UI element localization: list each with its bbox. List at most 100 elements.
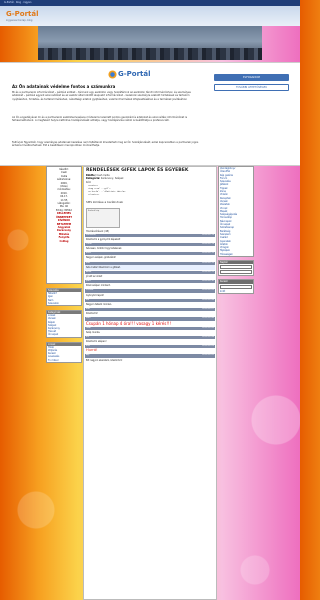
comment-author[interactable]: Marianna — [86, 234, 96, 237]
comment: Anna 2010.02.11 Jó lett az oldal! — [85, 270, 215, 279]
g-portal-logo-icon — [108, 70, 117, 79]
comment-body: Nagyon szépek, gratulálok! — [86, 256, 117, 260]
comment-author[interactable]: Kati — [86, 262, 90, 265]
comment-author[interactable]: Gabi — [86, 327, 91, 330]
comment-author[interactable]: Edit — [86, 308, 90, 311]
comment: Judit 2010.02.10 Köszi szépen mindent. — [85, 280, 215, 288]
comment-body: Köszönöm szépen! — [86, 340, 107, 344]
comment-body: Jó lett az oldal! — [86, 275, 103, 279]
header-photo — [38, 26, 262, 60]
comment-body: Szép munka. — [86, 330, 101, 334]
site-logo[interactable]: G-Portál — [6, 10, 39, 18]
comment-author[interactable]: Anna — [86, 271, 91, 274]
right-sidebar: Vendégkönyv Üzenőfal Kép galéria Fórum Szava… — [218, 166, 254, 297]
comment-date: 2010.02.03 — [202, 345, 214, 348]
left-box-item[interactable]: Ünnepek — [47, 333, 81, 336]
comment-date: 2010.02.13 — [202, 242, 214, 245]
comment-body: Hurrá! — [86, 348, 98, 353]
comment: Csilla 2010.02.13 Szívesen, örülök hogy te… — [85, 242, 215, 251]
calendar-select-2[interactable] — [220, 270, 252, 275]
comment-body: Ezt nagyon szeretem, köszönöm! — [86, 358, 123, 362]
comment-date: 2010.02.12 — [202, 252, 214, 255]
sms-link[interactable]: SMS küldése a barátnőnek — [84, 198, 216, 206]
left-box: Linkek Hírek Időjárás Kereső Levelezés Tv műs… — [46, 341, 82, 363]
code-line: </center> — [88, 194, 100, 197]
comment: Kati 2010.02.12 Szia Csilla! Köszönöm a gi… — [85, 261, 215, 270]
category-label: Kategória: — [86, 177, 101, 181]
post-title: RENDELÉSEK GIFEK LAPOK ÉS EGYEBEK — [86, 168, 189, 173]
comment: Ildi 2010.02.08 Nagyon tetszik minden. — [85, 298, 215, 307]
comment-body: Köszönöm! — [86, 312, 99, 316]
comment: Mari 2010.02.06 Csupán 1 hónap 4 óra!!! va… — [85, 317, 215, 325]
comment-author[interactable]: Ildi — [86, 299, 89, 302]
top-bar-text: G-Portál · blog · ingyen — [4, 1, 32, 4]
category-value[interactable]: Karácsony, Szépek — [101, 177, 124, 180]
cookie-paragraph-1: Mi és a partnereink információkat – péld… — [12, 91, 191, 101]
comment-date: 2010.02.12 — [202, 261, 214, 264]
embed-image: Embed kép — [86, 208, 120, 229]
calendar-title: Naptár — [219, 261, 253, 265]
comment-author[interactable]: Erzsi — [86, 252, 91, 255]
comment-body: Köszi szépen mindent. — [86, 284, 111, 288]
cookie-consent-dialog: G-Portál Az Ön adatainak védelme fontos … — [0, 62, 300, 166]
code-box[interactable]: <center> <img src='...gif'> <a href='...'>… — [88, 185, 212, 197]
cookie-title: Az Ön adatainak védelme fontos a számunk… — [12, 84, 116, 89]
comment: Erzsi 2010.02.12 Nagyon szépek, gratulálok… — [85, 252, 215, 260]
comment-date: 2010.02.08 — [202, 298, 214, 301]
search-button[interactable]: Indít — [219, 290, 253, 293]
right-nav-list: Vendégkönyv Üzenőfal Kép galéria Fórum Szava… — [218, 166, 254, 258]
comment-author[interactable]: Ági — [86, 354, 89, 357]
comment-date: 2010.02.04 — [202, 335, 214, 338]
comment-author[interactable]: Csilla — [86, 243, 92, 246]
comment: Marianna 2010.02.13 Köszönöm a gyönyörű ké… — [85, 233, 215, 242]
more-options-button[interactable]: TOVÁBBI LEHETŐSÉGEK — [214, 84, 289, 91]
site-logo-text: G-Portál — [6, 10, 39, 18]
site-logo-subtitle: ingyenes honlap, blog — [6, 19, 33, 22]
comment-date: 2010.02.09 — [202, 289, 214, 292]
calendar-box: Naptár — [218, 260, 254, 277]
left-box: Szavazás Tetszik? Igen Nem Szavazok — [46, 288, 82, 307]
comment-date: 2010.02.05 — [202, 326, 214, 329]
search-input[interactable] — [220, 284, 252, 289]
right-nav-item[interactable]: Hírességek — [219, 253, 253, 256]
comment-date: 2010.02.11 — [202, 270, 214, 273]
code-label: Kód: — [86, 180, 92, 184]
comment-author[interactable]: Évi — [86, 336, 89, 339]
comment: Edit 2010.02.07 Köszönöm! — [85, 308, 215, 316]
left-sidebar: Készítő: Cseh Csilla Létrehozva: 2009. Utolsó… — [46, 166, 82, 363]
comment: Gabi 2010.02.05 Szép munka. — [85, 326, 215, 335]
comment: Ági 2010.02.02 Ezt nagyon szeretem, köszön… — [85, 354, 215, 362]
left-box-item[interactable]: Tv műsor — [47, 359, 81, 362]
comment-body: Csupán 1 hónap 4 óra!!! vasagy 1 kérés!!… — [86, 320, 172, 326]
comment-date: 2010.02.02 — [202, 354, 214, 357]
comment: Zsuzsa 2010.02.09 Gyönyörű lapok! — [85, 289, 215, 297]
comment-body: Köszönöm a gyönyörű képeket! — [86, 237, 121, 241]
comment-body: Szia Csilla! Köszönöm a gifeket. — [85, 264, 215, 270]
cookie-paragraph-2: Az Ön engedélyével mi és a partnereink e… — [12, 116, 188, 123]
search-box: Kereső Indít — [218, 279, 254, 294]
comment-body: Szívesen, örülök hogy tetszenek. — [86, 247, 123, 251]
site-info-box: Készítő: Cseh Csilla Létrehozva: 2009. Utolsó… — [46, 166, 82, 284]
comment-body: Nagyon tetszik minden. — [86, 302, 112, 306]
comment-date: 2010.02.10 — [202, 280, 214, 283]
comment: Évi 2010.02.04 Köszönöm szépen! — [85, 335, 215, 344]
comment-body: Gyönyörű lapok! — [86, 293, 105, 297]
comment-author[interactable]: Judit — [86, 280, 91, 283]
accept-cookies-button[interactable]: ELFOGADOM — [214, 74, 289, 81]
comment-author[interactable]: Zsuzsa — [86, 289, 93, 292]
calendar-select[interactable] — [220, 265, 252, 270]
site-header: G-Portál ingyenes honlap, blog — [0, 6, 300, 26]
comment-date: 2010.02.07 — [202, 308, 214, 310]
main-content: RENDELÉSEK GIFEK LAPOK ÉS EGYEBEK Küldte… — [83, 166, 217, 600]
search-title: Kereső — [219, 280, 253, 284]
comment-date: 2010.02.06 — [202, 317, 214, 320]
comment: Éva 2010.02.03 Hurrá! — [85, 345, 215, 353]
left-box: Kategóriák Linkek Versek Képek Szépek Karácso… — [46, 310, 82, 338]
cookie-paragraph-3: Felhívjuk figyelmét, hogy személyes adat… — [12, 141, 199, 148]
comment-date: 2010.02.13 — [202, 233, 214, 236]
left-box-item[interactable]: Szavazok — [47, 302, 81, 305]
embed-image-label: Embed kép — [88, 210, 100, 213]
highlight-link[interactable]: Csillag — [48, 240, 80, 243]
comments-list: Marianna 2010.02.13 Köszönöm a gyönyörű ké… — [84, 233, 216, 363]
cookie-brand: G-Portál — [118, 70, 151, 78]
